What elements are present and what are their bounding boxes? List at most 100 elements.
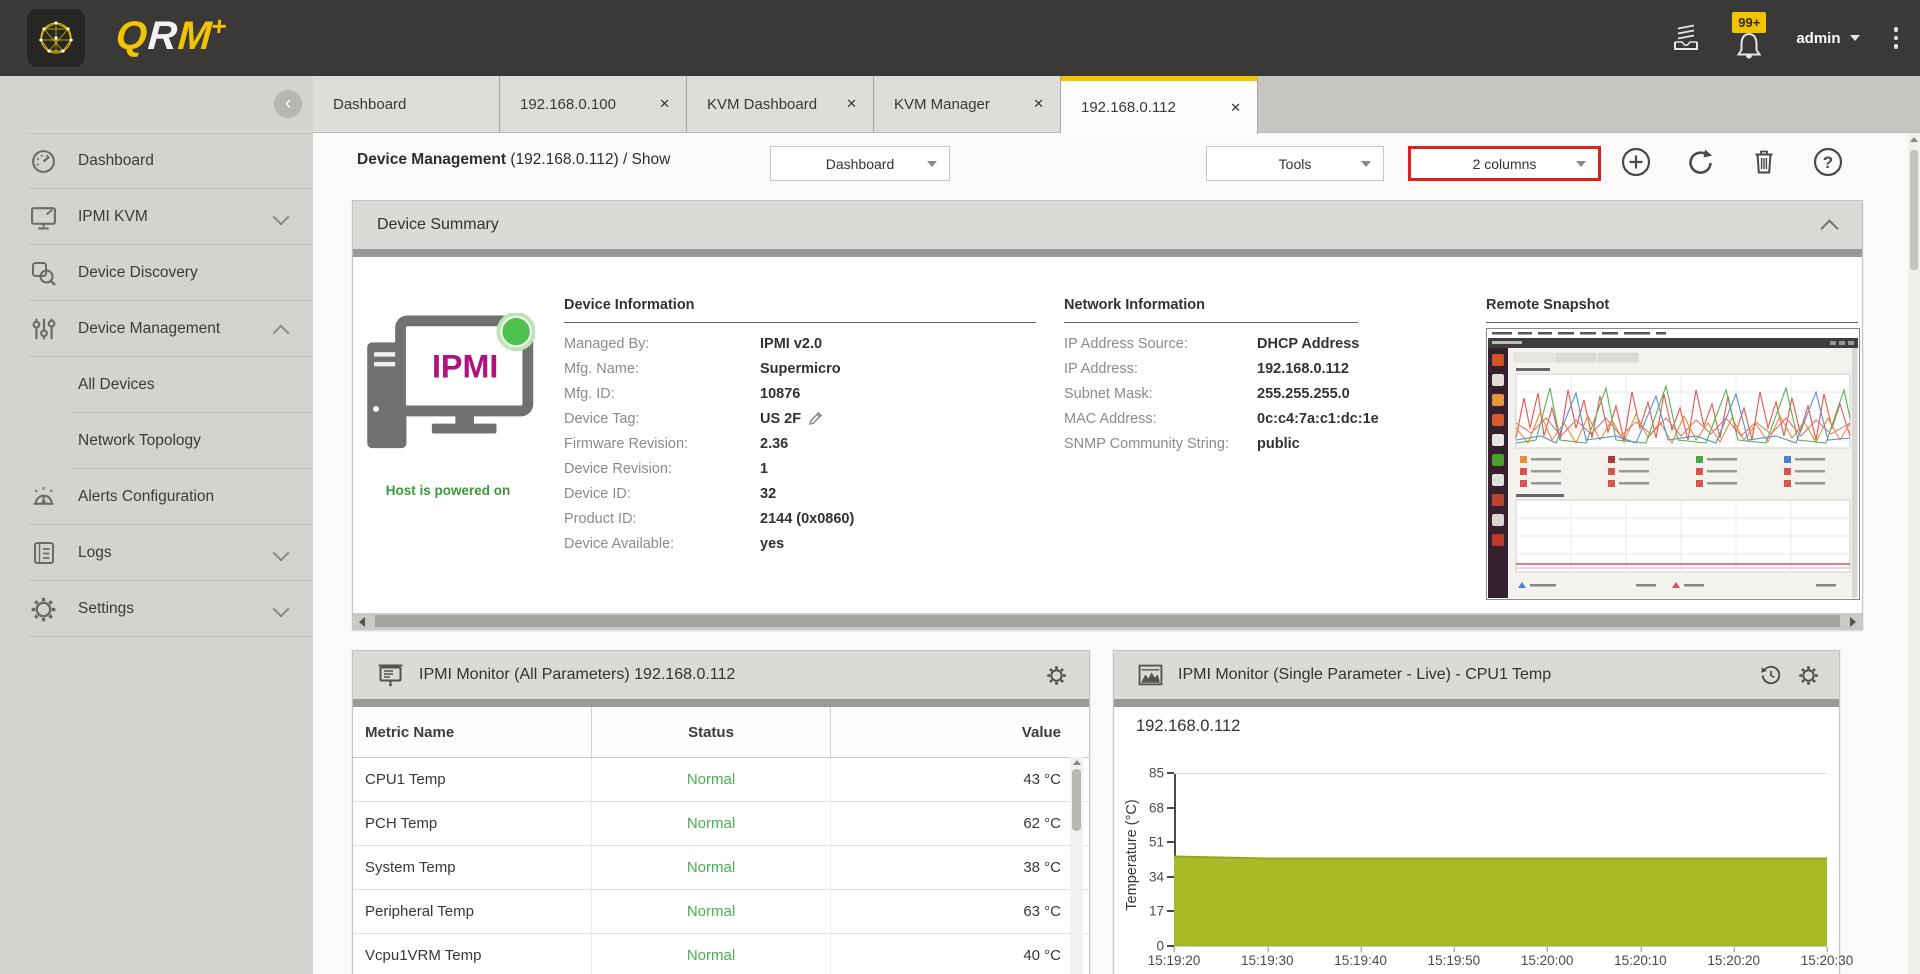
scroll-up-arrow-icon[interactable] xyxy=(1910,137,1918,142)
info-label: Device ID: xyxy=(564,486,760,502)
sidebar-item-network-topology[interactable]: Network Topology xyxy=(0,413,313,469)
user-menu[interactable]: admin xyxy=(1796,30,1859,47)
page-vertical-scrollbar[interactable] xyxy=(1908,133,1920,974)
table-row: Vcpu1VRM Temp Normal 40 °C xyxy=(353,934,1089,974)
page-toolbar: Device Management (192.168.0.112) / Show… xyxy=(313,133,1920,190)
sidebar-nav: Dashboard IPMI KVM xyxy=(0,133,313,637)
sidebar-item-settings[interactable]: Settings xyxy=(0,581,313,637)
tab-close-icon[interactable]: ✕ xyxy=(1230,100,1241,116)
table-panel-title: IPMI Monitor (All Parameters) 192.168.0.… xyxy=(419,666,735,684)
notifications-badge: 99+ xyxy=(1732,12,1766,33)
edit-device-tag-icon[interactable] xyxy=(807,410,824,427)
x-tick-label: 15:19:50 xyxy=(1428,953,1481,968)
remote-snapshot-thumbnail[interactable] xyxy=(1486,328,1860,600)
info-value: IPMI v2.0 xyxy=(760,336,822,352)
scrollbar-thumb[interactable] xyxy=(1910,150,1918,270)
status-cell: Normal xyxy=(591,758,831,801)
tab-kvm-manager[interactable]: KVM Manager ✕ xyxy=(874,76,1061,132)
y-axis-ticks: 85685134170 xyxy=(1128,773,1168,946)
refresh-button[interactable] xyxy=(1683,145,1717,179)
y-tick-label: 51 xyxy=(1149,835,1164,850)
info-label: MAC Address: xyxy=(1064,411,1257,427)
chart-settings-gear-icon[interactable] xyxy=(1798,665,1819,686)
tools-select[interactable]: Tools xyxy=(1206,146,1384,181)
info-value: 255.255.255.0 xyxy=(1257,386,1350,402)
ipmi-monitor-table-panel: IPMI Monitor (All Parameters) 192.168.0.… xyxy=(352,650,1090,974)
scrollbar-thumb[interactable] xyxy=(1072,769,1081,831)
chevron-down-icon xyxy=(927,161,937,167)
table-row: CPU1 Temp Normal 43 °C xyxy=(353,758,1089,802)
columns-select[interactable]: 2 columns xyxy=(1408,146,1601,181)
x-tick-label: 15:19:40 xyxy=(1334,953,1387,968)
view-select[interactable]: Dashboard xyxy=(770,146,950,181)
tab-192-168-0-112[interactable]: 192.168.0.112 ✕ xyxy=(1061,76,1258,134)
delete-button[interactable] xyxy=(1747,145,1781,179)
scroll-up-arrow-icon[interactable] xyxy=(1073,760,1081,765)
sidebar-item-alerts-configuration[interactable]: Alerts Configuration xyxy=(0,469,313,525)
value-cell: 38 °C xyxy=(831,859,1091,876)
info-label: Mfg. Name: xyxy=(564,361,760,377)
summary-horizontal-scrollbar[interactable] xyxy=(353,613,1862,629)
info-row: Firmware Revision: 2.36 xyxy=(564,431,1064,456)
kvm-monitor-icon xyxy=(30,204,57,231)
sidebar-item-logs[interactable]: Logs xyxy=(0,525,313,581)
info-label: Managed By: xyxy=(564,336,760,352)
reports-icon[interactable] xyxy=(1670,23,1702,53)
y-tick-label: 17 xyxy=(1149,904,1164,919)
tab-close-icon[interactable]: ✕ xyxy=(846,96,857,112)
info-row: Subnet Mask: 255.255.255.0 xyxy=(1064,381,1484,406)
user-label: admin xyxy=(1796,30,1840,47)
live-panel-title: IPMI Monitor (Single Parameter - Live) -… xyxy=(1178,666,1551,684)
tab-close-icon[interactable]: ✕ xyxy=(1033,96,1044,112)
notifications-bell[interactable]: 99+ xyxy=(1732,12,1766,59)
column-header-metric: Metric Name xyxy=(353,724,591,741)
y-tick-label: 68 xyxy=(1149,800,1164,815)
chevron-icon xyxy=(273,325,290,342)
tab-dashboard[interactable]: Dashboard xyxy=(313,76,500,132)
table-settings-gear-icon[interactable] xyxy=(1046,665,1067,686)
info-value: 192.168.0.112 xyxy=(1257,361,1349,377)
info-row: Managed By: IPMI v2.0 xyxy=(564,331,1064,356)
info-row: Mfg. Name: Supermicro xyxy=(564,356,1064,381)
scrollbar-thumb[interactable] xyxy=(375,615,1840,627)
metric-name-cell: System Temp xyxy=(353,859,591,876)
qrm-logo-wordmark: QRM+ xyxy=(114,14,230,59)
toolbar-actions: ? xyxy=(1619,145,1845,179)
metric-name-cell: CPU1 Temp xyxy=(353,771,591,788)
help-button[interactable]: ? xyxy=(1811,145,1845,179)
sidebar-item-device-discovery[interactable]: Device Discovery xyxy=(0,245,313,301)
info-label: Device Tag: xyxy=(564,411,760,427)
sidebar-item-dashboard[interactable]: Dashboard xyxy=(0,133,313,189)
discovery-icon xyxy=(30,260,57,287)
info-label: IP Address: xyxy=(1064,361,1257,377)
sidebar-collapse-button[interactable]: ‹ xyxy=(274,90,302,118)
chart-history-icon[interactable] xyxy=(1760,664,1782,686)
tab-close-icon[interactable]: ✕ xyxy=(659,96,670,112)
info-label: Device Available: xyxy=(564,536,760,552)
info-label: IP Address Source: xyxy=(1064,336,1257,352)
info-value: Supermicro xyxy=(760,361,841,377)
header-actions: 99+ admin xyxy=(1670,0,1902,76)
x-tick-label: 15:20:30 xyxy=(1801,953,1854,968)
y-tick-label: 85 xyxy=(1149,766,1164,781)
info-value: 0c:c4:7a:c1:dc:1e xyxy=(1257,411,1379,427)
info-label: Subnet Mask: xyxy=(1064,386,1257,402)
add-widget-button[interactable] xyxy=(1619,145,1653,179)
status-cell: Normal xyxy=(591,934,831,974)
info-row: Device Revision: 1 xyxy=(564,456,1064,481)
panel-accent-band xyxy=(353,249,1862,257)
scroll-left-arrow-icon[interactable] xyxy=(359,617,365,627)
overflow-menu-icon[interactable] xyxy=(1890,23,1903,53)
x-tick-label: 15:20:00 xyxy=(1521,953,1574,968)
scroll-right-arrow-icon[interactable] xyxy=(1850,617,1856,627)
table-vertical-scrollbar[interactable] xyxy=(1070,757,1083,974)
sidebar-item-ipmi-kvm[interactable]: IPMI KVM xyxy=(0,189,313,245)
tab-192-168-0-100[interactable]: 192.168.0.100 ✕ xyxy=(500,76,687,132)
sidebar-item-device-management[interactable]: Device Management xyxy=(0,301,313,357)
device-summary-header[interactable]: Device Summary xyxy=(353,201,1862,249)
app-root: QRM+ 99+ admin xyxy=(0,0,1920,974)
sidebar-item-all-devices[interactable]: All Devices xyxy=(0,357,313,413)
tab-kvm-dashboard[interactable]: KVM Dashboard ✕ xyxy=(687,76,874,132)
collapse-panel-chevron-icon[interactable] xyxy=(1820,219,1838,237)
value-cell: 62 °C xyxy=(831,815,1091,832)
